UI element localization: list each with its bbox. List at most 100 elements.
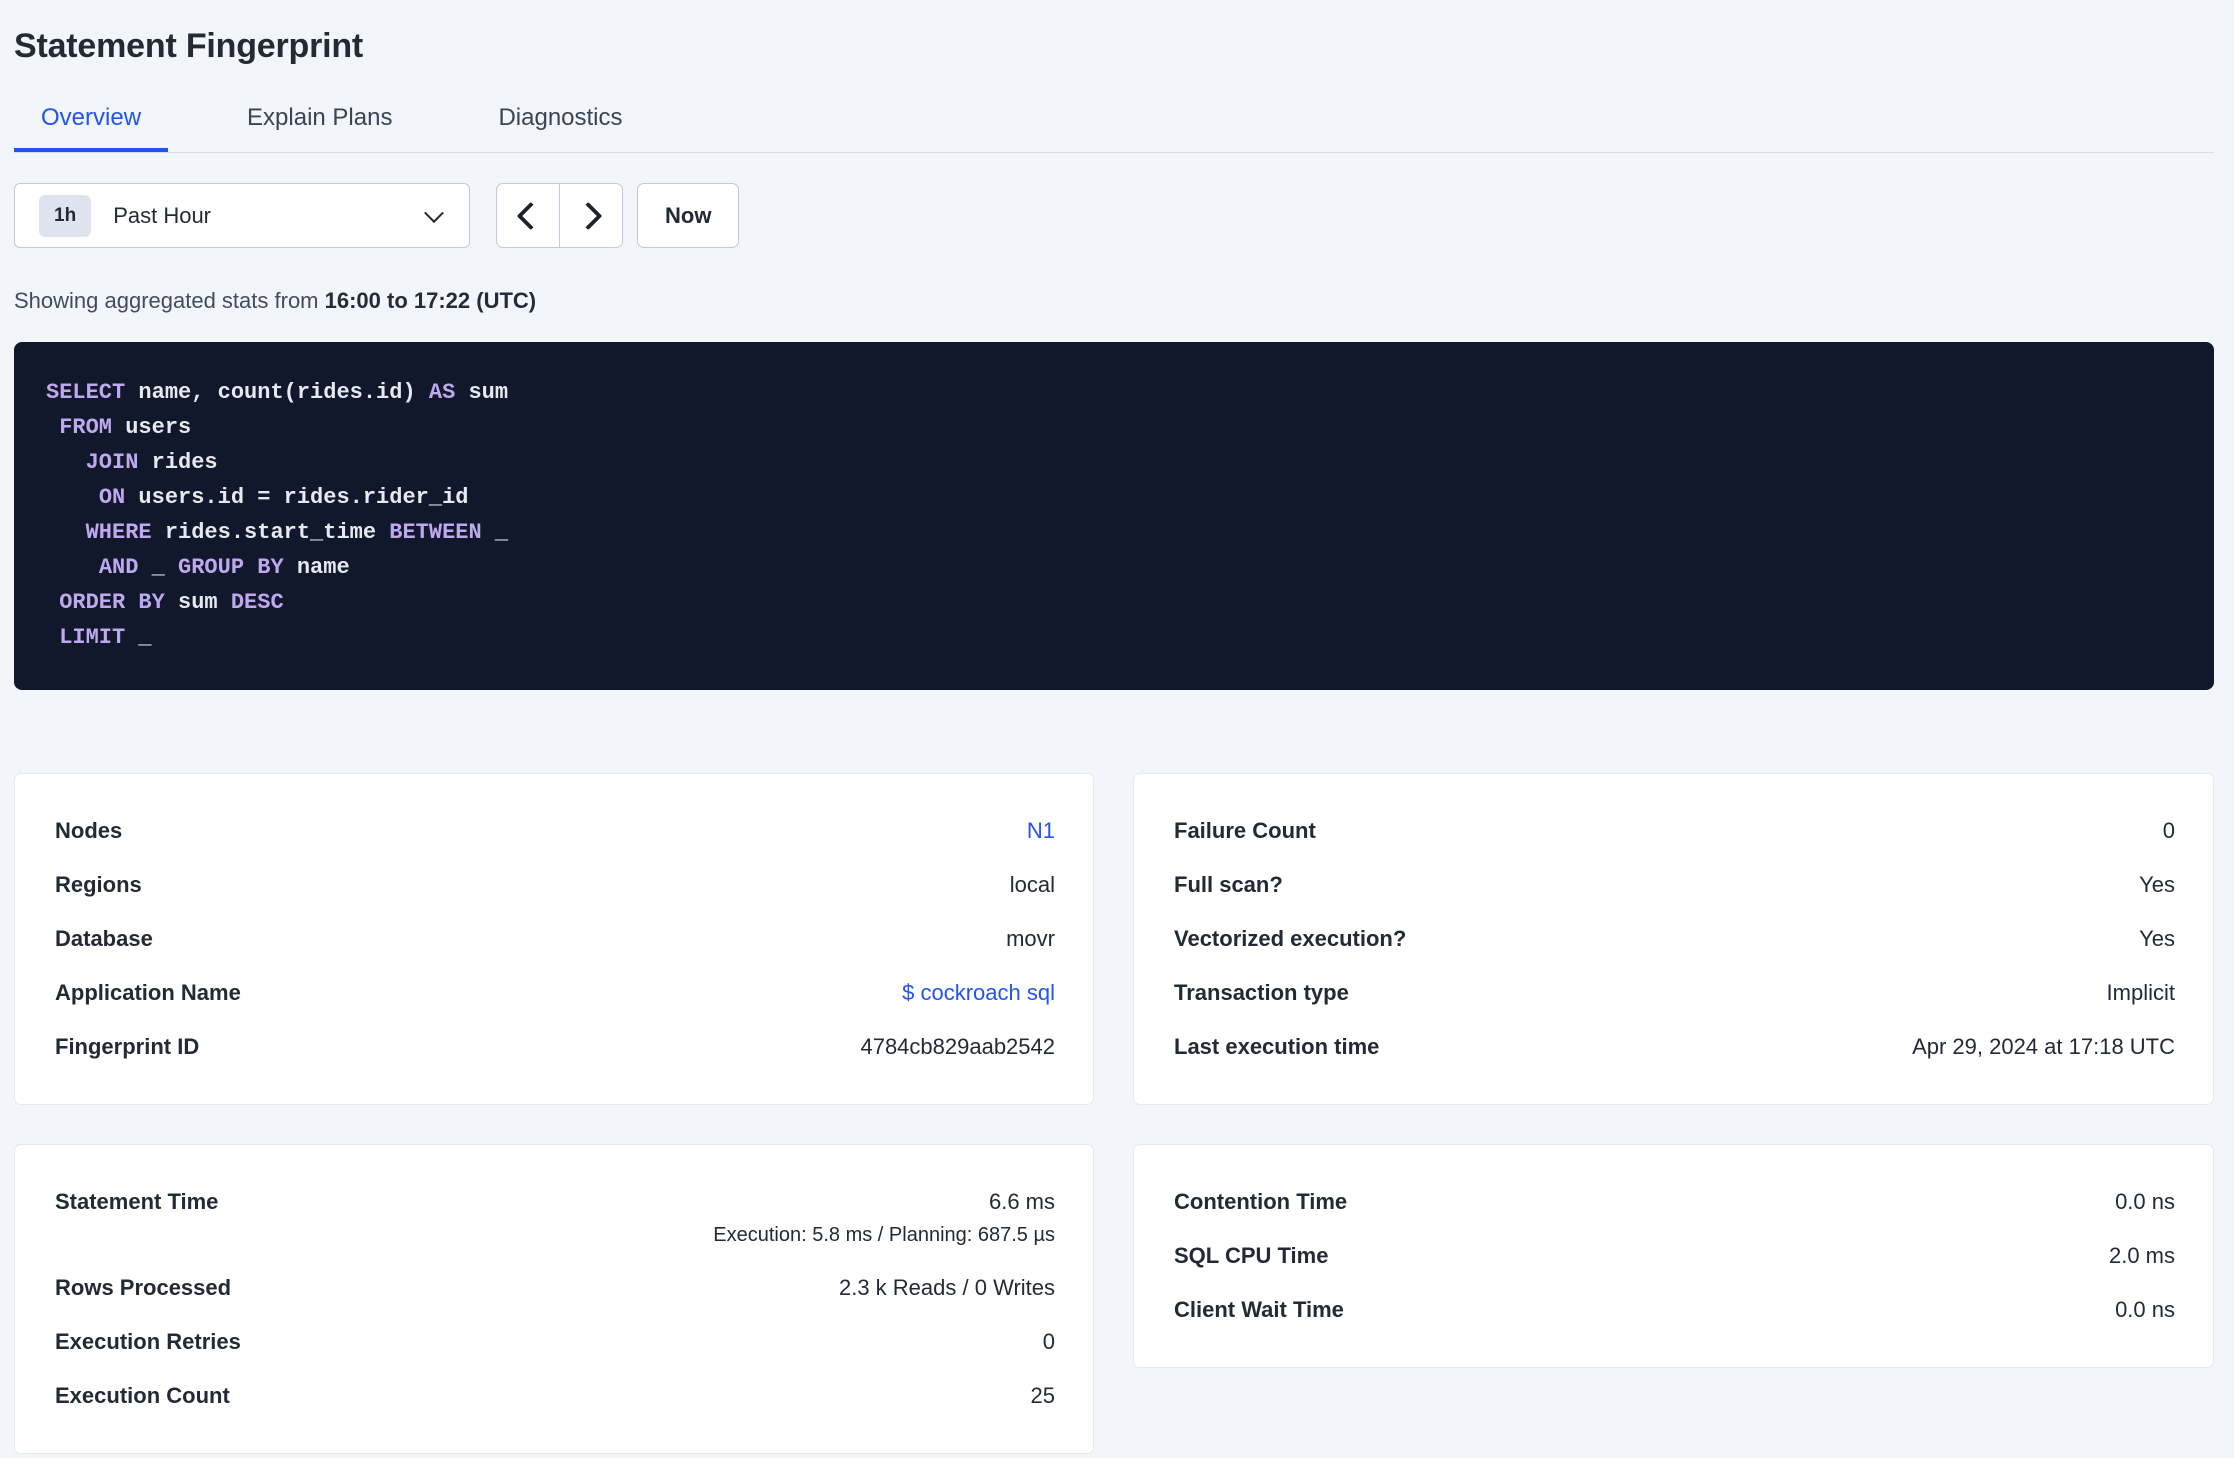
card-row: SQL CPU Time 2.0 ms [1174, 1229, 2175, 1283]
tab-bar: Overview Explain Plans Diagnostics [14, 103, 2214, 153]
aggregated-stats-text: Showing aggregated stats from 16:00 to 1… [14, 288, 2214, 314]
row-label: SQL CPU Time [1174, 1243, 1329, 1268]
sql-text: sum [455, 380, 509, 405]
row-label: Regions [55, 872, 142, 897]
sql-text: sum [164, 590, 231, 615]
sql-keyword: LIMIT [59, 625, 126, 650]
card-row: Nodes N1 [55, 804, 1055, 858]
time-interval-dropdown[interactable]: 1h Past Hour [14, 183, 470, 248]
aggregated-stats-prefix: Showing aggregated stats from [14, 288, 325, 313]
card-row: Failure Count 0 [1174, 804, 2175, 858]
sql-text: _ [481, 520, 509, 545]
row-value: local [1009, 872, 1055, 897]
card-row: Contention Time 0.0 ns [1174, 1175, 2175, 1229]
sql-keyword: AND [98, 555, 139, 580]
tab-explain-plans[interactable]: Explain Plans [220, 103, 419, 152]
row-value: 0.0 ns [2115, 1297, 2175, 1322]
next-interval-button[interactable] [559, 184, 622, 247]
sql-keyword: DESC [230, 590, 284, 615]
aggregated-stats-range: 16:00 to 17:22 (UTC) [324, 288, 537, 313]
card-row: Vectorized execution? Yes [1174, 912, 2175, 966]
application-name-link[interactable]: $ cockroach sql [902, 980, 1055, 1006]
sql-text: name, count(rides.id) [125, 380, 429, 405]
row-value: 0.0 ns [2115, 1189, 2175, 1214]
row-label: Client Wait Time [1174, 1297, 1344, 1322]
row-label: Last execution time [1174, 1034, 1380, 1059]
row-label: Execution Retries [55, 1329, 241, 1354]
sql-line: ORDER BY sum DESC [46, 585, 2182, 620]
time-nav-group [496, 183, 623, 248]
row-label: Contention Time [1174, 1189, 1348, 1214]
card-row: Fingerprint ID 4784cb829aab2542 [55, 1020, 1055, 1074]
card-row: Execution Count 25 [55, 1369, 1055, 1423]
time-picker-row: 1h Past Hour Now [14, 183, 2214, 248]
row-value: 0 [2162, 818, 2175, 843]
sql-keyword: BETWEEN [389, 520, 482, 545]
sql-line: LIMIT _ [46, 620, 2182, 655]
row-value: Yes [2139, 926, 2175, 951]
page-title: Statement Fingerprint [14, 27, 364, 65]
row-label: Rows Processed [55, 1275, 232, 1300]
tab-diagnostics[interactable]: Diagnostics [471, 103, 649, 152]
tab-overview[interactable]: Overview [14, 103, 169, 152]
row-label: Failure Count [1174, 818, 1316, 843]
execution-attributes-card: Failure Count 0 Full scan? Yes Vectorize… [1133, 773, 2214, 1105]
statement-fingerprint-page: Statement Fingerprint Overview Explain P… [0, 0, 2234, 1454]
sql-text: name [283, 555, 350, 580]
sql-keyword: FROM [59, 415, 113, 440]
sql-line: WHERE rides.start_time BETWEEN _ [46, 515, 2182, 550]
sql-keyword: ON [98, 485, 126, 510]
row-subvalue: Execution: 5.8 ms / Planning: 687.5 µs [713, 1224, 1055, 1246]
last-execution-time-value: Apr 29, 2024 at 17:18 UTC [1912, 1034, 2175, 1059]
row-value: 25 [1030, 1383, 1055, 1408]
summary-cards: Nodes N1 Regions local Database movr App… [14, 773, 2214, 1454]
row-value: Implicit [2106, 980, 2175, 1005]
resource-time-card: Contention Time 0.0 ns SQL CPU Time 2.0 … [1133, 1144, 2214, 1368]
selected-range-label: Past Hour [113, 202, 212, 228]
nodes-link[interactable]: N1 [1027, 818, 1055, 844]
statement-details-card: Nodes N1 Regions local Database movr App… [14, 773, 1094, 1105]
sql-keyword: WHERE [85, 520, 152, 545]
previous-interval-button[interactable] [497, 184, 559, 247]
row-label: Execution Count [55, 1383, 230, 1408]
sql-keyword: AS [428, 380, 456, 405]
card-row: Statement Time 6.6 ms Execution: 5.8 ms … [55, 1175, 1055, 1261]
sql-keyword: ORDER BY [59, 590, 165, 615]
fingerprint-id-value: 4784cb829aab2542 [860, 1034, 1055, 1059]
card-row: Client Wait Time 0.0 ns [1174, 1283, 2175, 1337]
card-row: Database movr [55, 912, 1055, 966]
chevron-right-icon [574, 201, 603, 230]
sql-keyword: SELECT [46, 380, 126, 405]
card-row: Full scan? Yes [1174, 858, 2175, 912]
row-label: Fingerprint ID [55, 1034, 200, 1059]
card-row: Last execution time Apr 29, 2024 at 17:1… [1174, 1020, 2175, 1074]
now-button[interactable]: Now [637, 183, 740, 248]
card-row: Transaction type Implicit [1174, 966, 2175, 1020]
row-label: Vectorized execution? [1174, 926, 1407, 951]
row-value: 2.3 k Reads / 0 Writes [838, 1275, 1055, 1300]
chevron-down-icon [424, 202, 444, 223]
sql-statement-box: SELECT name, count(rides.id) AS sum FROM… [14, 342, 2214, 690]
sql-text: _ [138, 555, 179, 580]
card-row: Application Name $ cockroach sql [55, 966, 1055, 1020]
row-label: Transaction type [1174, 980, 1349, 1005]
row-value: 2.0 ms [2108, 1243, 2175, 1268]
sql-line: ON users.id = rides.rider_id [46, 480, 2182, 515]
row-label: Nodes [55, 818, 123, 843]
chevron-left-icon [516, 201, 545, 230]
row-label: Full scan? [1174, 872, 1283, 897]
sql-text: users.id = rides.rider_id [125, 485, 469, 510]
card-row: Regions local [55, 858, 1055, 912]
sql-line: FROM users [46, 410, 2182, 445]
row-value: 6.6 ms [988, 1189, 1055, 1214]
row-value: movr [1006, 926, 1055, 951]
row-label: Database [55, 926, 153, 951]
sql-line: AND _ GROUP BY name [46, 550, 2182, 585]
row-value: Yes [2139, 872, 2175, 897]
